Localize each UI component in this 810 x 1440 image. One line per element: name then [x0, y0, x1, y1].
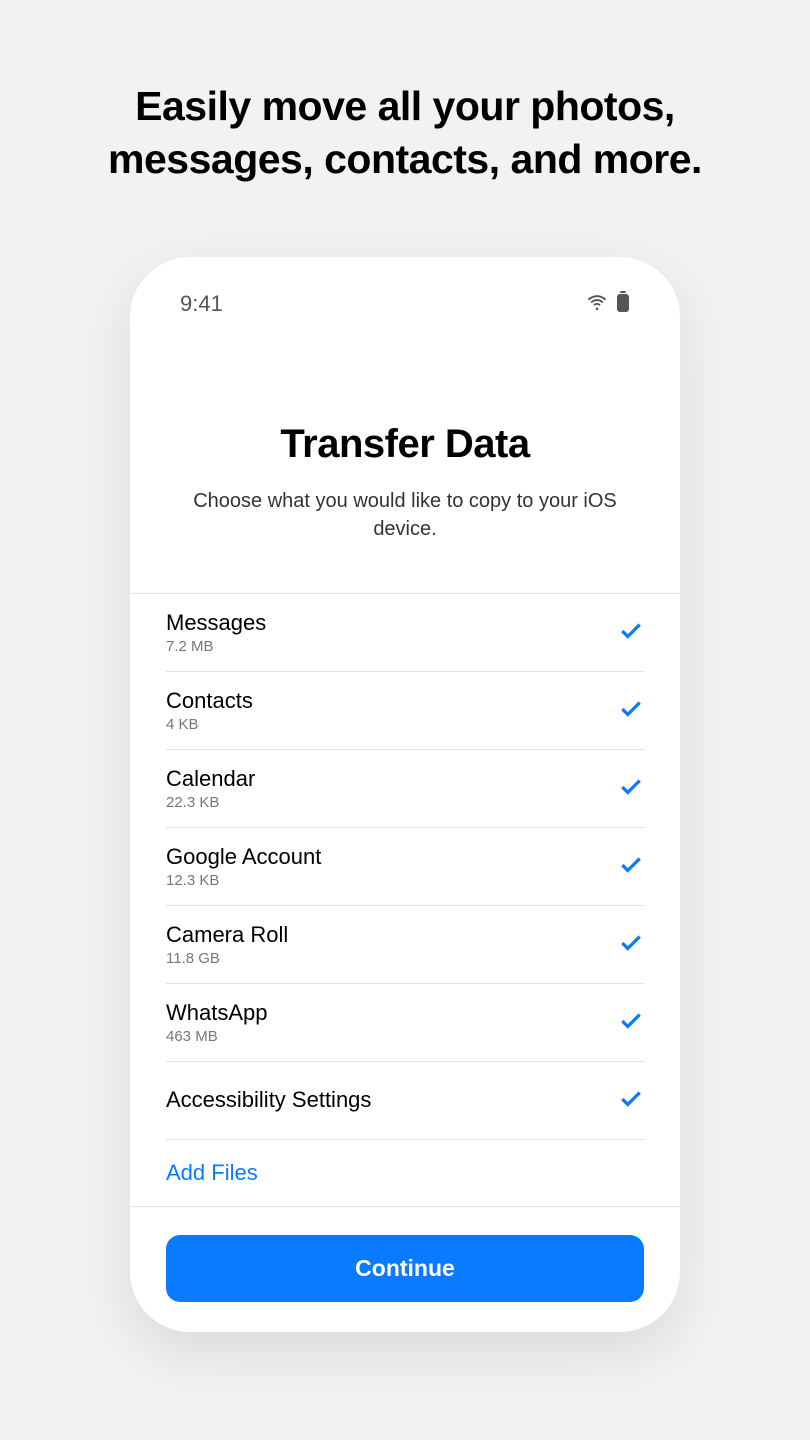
list-item-whatsapp[interactable]: WhatsApp 463 MB	[166, 984, 644, 1062]
add-files-link[interactable]: Add Files	[166, 1160, 258, 1185]
item-size: 7.2 MB	[166, 638, 266, 655]
item-size: 22.3 KB	[166, 794, 255, 811]
wifi-icon	[586, 291, 608, 318]
item-label: Camera Roll	[166, 922, 288, 948]
check-icon	[618, 851, 644, 882]
item-size: 463 MB	[166, 1028, 268, 1045]
continue-button[interactable]: Continue	[166, 1235, 644, 1302]
promo-tagline: Easily move all your photos, messages, c…	[0, 0, 810, 187]
page-title: Transfer Data	[130, 422, 680, 467]
check-icon	[618, 1007, 644, 1038]
check-icon	[618, 929, 644, 960]
check-icon	[618, 617, 644, 648]
list-item-google-account[interactable]: Google Account 12.3 KB	[166, 828, 644, 906]
check-icon	[618, 1085, 644, 1116]
item-label: Accessibility Settings	[166, 1087, 371, 1113]
item-label: Messages	[166, 610, 266, 636]
item-size: 12.3 KB	[166, 872, 321, 889]
list-item-messages[interactable]: Messages 7.2 MB	[166, 594, 644, 672]
battery-icon	[616, 291, 630, 318]
list-item-camera-roll[interactable]: Camera Roll 11.8 GB	[166, 906, 644, 984]
item-label: Google Account	[166, 844, 321, 870]
item-size: 4 KB	[166, 716, 253, 733]
item-label: Calendar	[166, 766, 255, 792]
transfer-list: Messages 7.2 MB Contacts 4 KB Calendar 2…	[130, 593, 680, 1140]
status-icons	[586, 291, 630, 318]
list-item-accessibility[interactable]: Accessibility Settings	[166, 1062, 644, 1140]
add-files-row: Add Files	[130, 1140, 680, 1207]
list-item-calendar[interactable]: Calendar 22.3 KB	[166, 750, 644, 828]
phone-screen: 9:41 Transfer Data Choose what you would…	[130, 257, 680, 1332]
list-item-contacts[interactable]: Contacts 4 KB	[166, 672, 644, 750]
item-label: Contacts	[166, 688, 253, 714]
check-icon	[618, 773, 644, 804]
status-time: 9:41	[180, 291, 223, 317]
check-icon	[618, 695, 644, 726]
page-subtitle: Choose what you would like to copy to yo…	[130, 487, 680, 543]
item-size: 11.8 GB	[166, 950, 288, 967]
item-label: WhatsApp	[166, 1000, 268, 1026]
status-bar: 9:41	[130, 257, 680, 317]
